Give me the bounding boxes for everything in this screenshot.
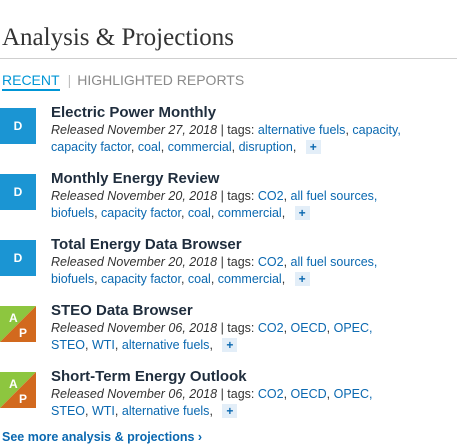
report-title-link[interactable]: STEO Data Browser [51, 302, 193, 319]
report-item: A P Short-Term Energy Outlook Released N… [0, 368, 457, 428]
tag-link[interactable]: alternative fuels [258, 123, 346, 137]
tab-separator: | [67, 72, 72, 88]
tags-label: | tags: [220, 255, 255, 269]
report-title-link[interactable]: Monthly Energy Review [51, 170, 219, 187]
report-tags-line: capacity factor, coal, commercial, disru… [51, 140, 321, 154]
tag-link[interactable]: OECD [291, 321, 327, 335]
tag-link[interactable]: commercial [168, 140, 232, 154]
tag-link[interactable]: OPEC, [334, 387, 373, 401]
tag-link[interactable]: STEO [51, 404, 85, 418]
tag-link[interactable]: commercial [218, 206, 282, 220]
tag-link[interactable]: capacity, [352, 123, 400, 137]
tag-link[interactable]: OECD [291, 387, 327, 401]
data-badge-icon: D [0, 108, 36, 144]
report-meta-line: Released November 06, 2018 | tags: CO2, … [51, 321, 373, 335]
release-date: Released November 27, 2018 [51, 123, 218, 137]
tags-label: | tags: [220, 321, 255, 335]
expand-tags-button[interactable]: + [222, 338, 238, 352]
tag-link[interactable]: capacity factor [101, 272, 181, 286]
tag-link[interactable]: coal [188, 272, 211, 286]
tag-link[interactable]: capacity factor [51, 140, 131, 154]
release-date: Released November 06, 2018 [51, 387, 218, 401]
tab-highlighted-reports[interactable]: HIGHLIGHTED REPORTS [77, 72, 244, 88]
tag-link[interactable]: CO2 [258, 189, 284, 203]
tag-link[interactable]: CO2 [258, 321, 284, 335]
tags-label: | tags: [220, 123, 255, 137]
tag-link[interactable]: coal [138, 140, 161, 154]
report-item: D Total Energy Data Browser Released Nov… [0, 236, 457, 296]
report-tags-line: STEO, WTI, alternative fuels, + [51, 404, 238, 418]
report-meta-line: Released November 20, 2018 | tags: CO2, … [51, 255, 378, 269]
report-item: D Electric Power Monthly Released Novemb… [0, 104, 457, 164]
expand-tags-button[interactable]: + [222, 404, 238, 418]
report-meta-line: Released November 20, 2018 | tags: CO2, … [51, 189, 378, 203]
tag-link[interactable]: commercial [218, 272, 282, 286]
tab-recent[interactable]: RECENT [2, 72, 60, 91]
tag-link[interactable]: coal [188, 206, 211, 220]
tag-link[interactable]: STEO [51, 338, 85, 352]
tag-link[interactable]: disruption [239, 140, 293, 154]
tag-link[interactable]: alternative fuels [122, 338, 210, 352]
data-badge-icon: D [0, 240, 36, 276]
tag-link[interactable]: WTI [92, 338, 115, 352]
expand-tags-button[interactable]: + [294, 206, 310, 220]
tag-link[interactable]: alternative fuels [122, 404, 210, 418]
tag-link[interactable]: CO2 [258, 387, 284, 401]
analysis-projections-badge-icon: A P [0, 372, 36, 408]
tag-link[interactable]: all fuel sources, [291, 255, 378, 269]
page-title: Analysis & Projections [2, 24, 234, 51]
report-meta-line: Released November 27, 2018 | tags: alter… [51, 123, 401, 137]
analysis-projections-badge-icon: A P [0, 306, 36, 342]
report-tags-line: biofuels, capacity factor, coal, commerc… [51, 206, 310, 220]
tag-link[interactable]: capacity factor [101, 206, 181, 220]
tags-label: | tags: [220, 387, 255, 401]
header-divider [0, 58, 457, 59]
release-date: Released November 20, 2018 [51, 189, 218, 203]
tag-link[interactable]: all fuel sources, [291, 189, 378, 203]
tag-link[interactable]: biofuels [51, 272, 94, 286]
tag-link[interactable]: OPEC, [334, 321, 373, 335]
release-date: Released November 06, 2018 [51, 321, 218, 335]
tag-link[interactable]: biofuels [51, 206, 94, 220]
report-item: A P STEO Data Browser Released November … [0, 302, 457, 362]
tag-link[interactable]: WTI [92, 404, 115, 418]
tags-label: | tags: [220, 189, 255, 203]
data-badge-icon: D [0, 174, 36, 210]
report-title-link[interactable]: Short-Term Energy Outlook [51, 368, 247, 385]
report-meta-line: Released November 06, 2018 | tags: CO2, … [51, 387, 373, 401]
badge-letter-a: A [9, 311, 18, 325]
expand-tags-button[interactable]: + [305, 140, 321, 154]
report-item: D Monthly Energy Review Released Novembe… [0, 170, 457, 230]
report-title-link[interactable]: Electric Power Monthly [51, 104, 216, 121]
report-title-link[interactable]: Total Energy Data Browser [51, 236, 242, 253]
expand-tags-button[interactable]: + [294, 272, 310, 286]
report-tags-line: biofuels, capacity factor, coal, commerc… [51, 272, 310, 286]
badge-letter-a: A [9, 377, 18, 391]
tag-link[interactable]: CO2 [258, 255, 284, 269]
see-more-link[interactable]: See more analysis & projections › [2, 430, 202, 444]
tab-bar: RECENT | HIGHLIGHTED REPORTS [2, 72, 244, 91]
badge-letter-p: P [19, 392, 27, 406]
badge-letter-p: P [19, 326, 27, 340]
release-date: Released November 20, 2018 [51, 255, 218, 269]
report-tags-line: STEO, WTI, alternative fuels, + [51, 338, 238, 352]
